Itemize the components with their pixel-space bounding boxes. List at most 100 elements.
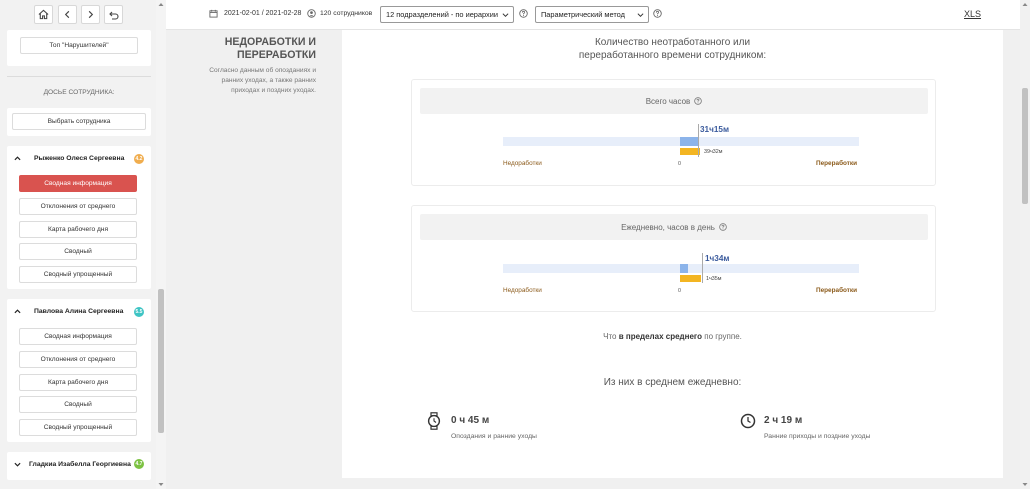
main-heading-line: Количество неотработанного или [594, 37, 751, 48]
total-value-marker [698, 124, 699, 157]
section-info: НЕДОРАБОТКИ И ПЕРЕРАБОТКИ Согласно данны… [166, 30, 340, 489]
top-violators-button[interactable]: Топ "Нарушителей" [20, 37, 138, 54]
daily-overtime-label: Переработки [816, 287, 858, 294]
sidebar-scrollbar-thumb[interactable] [158, 289, 164, 433]
daily-overtime-bar [680, 264, 688, 273]
total-overtime-label: Переработки [816, 160, 858, 167]
total-hours-header: Всего часов [420, 88, 928, 114]
person-menu-item[interactable]: Сводная информация [19, 175, 137, 192]
scroll-up-arrow-icon [1022, 3, 1028, 6]
person-name: Гладкиа Изабелла Георгиевна [29, 461, 131, 468]
person-badge: 4.7 [134, 459, 144, 469]
section-title: НЕДОРАБОТКИ И ПЕРЕРАБОТКИ [225, 36, 316, 62]
help-icon[interactable] [719, 223, 727, 231]
home-button[interactable] [34, 5, 53, 24]
undo-button[interactable] [104, 5, 123, 24]
chevron-down-icon [637, 13, 644, 18]
person-badge: 4.2 [134, 154, 144, 164]
choose-employee-button[interactable]: Выбрать сотрудника [12, 113, 146, 130]
daily-hours-title: Ежедневно, часов в день [621, 222, 715, 232]
chevron-up-icon [14, 156, 21, 161]
main-heading: Количество неотработанного или переработ… [342, 36, 1003, 62]
clock-icon [740, 413, 756, 429]
scroll-down-arrow-icon [158, 483, 164, 486]
toolbar: 2021-02-01 / 2021-02-28 120 сотрудников … [166, 0, 1020, 30]
early-value: 2 ч 19 м [764, 415, 803, 426]
main-scrollbar[interactable] [1020, 0, 1030, 489]
person-menu-item[interactable]: Отклонения от среднего [19, 351, 137, 368]
daily-value-marker [702, 253, 703, 283]
status-text: Что в пределах среднего по группе. [342, 332, 1003, 341]
date-range[interactable]: 2021-02-01 / 2021-02-28 [224, 10, 301, 17]
sidebar: Топ "Нарушителей" ДОСЬЕ СОТРУДНИКА: Выбр… [0, 0, 166, 489]
late-value: 0 ч 45 м [451, 415, 490, 426]
watch-icon [427, 412, 441, 430]
section-title-line: ПЕРЕРАБОТКИ [236, 49, 316, 61]
section-description-line: приходах и поздних уходах. [231, 87, 316, 94]
person-menu-item[interactable]: Сводный [19, 396, 137, 413]
section-description-line: Согласно данным об опозданиях и [209, 67, 316, 74]
units-select-value: 12 подразделений - по иерархии [386, 10, 499, 19]
person-name: Рыженко Олеся Сергеевна [34, 155, 125, 162]
total-overtime-bar [680, 137, 698, 146]
section-description-line: ранних уходах, а также ранних [221, 77, 316, 84]
forward-button[interactable] [81, 5, 100, 24]
status-suffix: по группе. [704, 332, 742, 341]
daily-zero-label: 0 [678, 288, 681, 294]
person-menu-item[interactable]: Карта рабочего дня [19, 221, 137, 238]
chevron-up-icon [14, 309, 21, 314]
employee-count: 120 сотрудников [320, 10, 373, 17]
divider [7, 76, 151, 77]
help-icon[interactable] [519, 9, 528, 18]
chevron-down-icon [502, 13, 509, 18]
daily-undertime-label: Недоработки [503, 287, 542, 294]
chevron-right-icon [88, 10, 94, 19]
user-icon [307, 9, 316, 18]
total-undertime-label: Недоработки [503, 160, 542, 167]
help-icon[interactable] [653, 9, 662, 18]
early-label: Ранние приходы и поздние уходы [764, 433, 871, 440]
daily-average-title: Из них в среднем ежедневно: [603, 377, 742, 388]
export-xls-link[interactable]: XLS [964, 9, 981, 19]
help-icon[interactable] [694, 97, 703, 105]
dossier-title: ДОСЬЕ СОТРУДНИКА: [43, 89, 115, 96]
total-hours-value: 31ч15м [700, 125, 730, 134]
person-menu-item[interactable]: Сводная информация [19, 328, 137, 345]
person-menu-item[interactable]: Сводный упрощенный [19, 419, 137, 436]
section-title-line: НЕДОРАБОТКИ И [224, 36, 316, 48]
undo-icon [108, 11, 119, 20]
units-select[interactable]: 12 подразделений - по иерархии [380, 6, 514, 23]
main-scrollbar-thumb[interactable] [1022, 88, 1028, 204]
status-bold: в пределах среднего [618, 332, 703, 341]
person-menu-item[interactable]: Карта рабочего дня [19, 374, 137, 391]
total-hours-sub-value: 39ч32м [704, 149, 723, 155]
method-select-value: Параметрический метод [541, 10, 625, 19]
total-undertime-bar [680, 148, 700, 155]
scroll-up-arrow-icon [158, 3, 164, 6]
person-name: Павлова Алина Сергеевна [34, 308, 124, 315]
home-icon [38, 9, 49, 20]
daily-hours-header: Ежедневно, часов в день [420, 214, 928, 240]
chevron-left-icon [64, 10, 70, 19]
person-menu-item[interactable]: Сводный [19, 243, 137, 260]
person-badge: 5.5 [134, 307, 144, 317]
scroll-down-arrow-icon [1022, 483, 1028, 486]
calendar-icon [209, 9, 218, 18]
person-header[interactable]: Павлова Алина Сергеевна [14, 308, 123, 315]
back-button[interactable] [58, 5, 77, 24]
daily-hours-value: 1ч34м [705, 254, 730, 263]
person-header[interactable]: Рыженко Олеся Сергеевна [14, 155, 124, 162]
section-description: Согласно данным об опозданиях и ранних у… [156, 66, 316, 96]
person-header[interactable]: Гладкиа Изабелла Георгиевна [14, 461, 131, 468]
total-hours-title: Всего часов [645, 96, 691, 106]
method-select[interactable]: Параметрический метод [535, 6, 649, 23]
total-zero-label: 0 [678, 161, 681, 167]
daily-hours-sub-value: 1ч35м [706, 276, 722, 282]
late-label: Опоздания и ранние уходы [451, 433, 537, 440]
chevron-down-icon [14, 462, 21, 467]
daily-undertime-bar [680, 275, 701, 282]
person-menu-item[interactable]: Сводный упрощенный [19, 266, 137, 283]
main-heading-line: переработанного времени сотрудником: [578, 50, 767, 61]
status-prefix: Что [603, 332, 617, 341]
person-menu-item[interactable]: Отклонения от среднего [19, 198, 137, 215]
